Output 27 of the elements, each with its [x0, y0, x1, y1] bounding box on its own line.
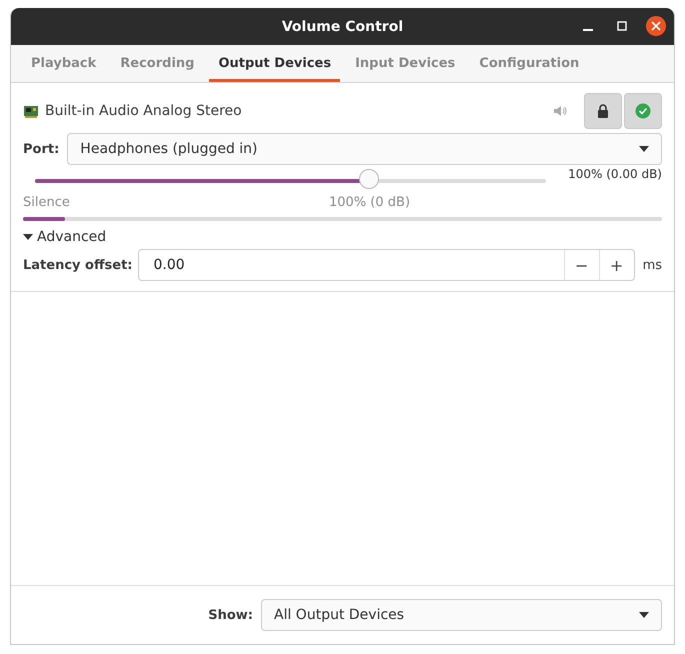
- tab[interactable]: Output Devices: [209, 45, 340, 82]
- maximize-icon: [617, 21, 627, 31]
- lock-icon: [597, 104, 609, 118]
- show-dropdown[interactable]: All Output Devices: [261, 599, 662, 631]
- checkmark-icon: [635, 103, 651, 119]
- show-label: Show:: [208, 608, 253, 622]
- dropdown-arrow-icon: [639, 612, 649, 618]
- window-title: Volume Control: [282, 18, 404, 34]
- unit-label: ms: [642, 258, 662, 272]
- increment-button[interactable]: +: [598, 250, 634, 280]
- advanced-expander[interactable]: Advanced: [23, 229, 106, 245]
- lock-button[interactable]: [584, 93, 622, 129]
- sound-card-icon: [23, 103, 39, 119]
- port-label: Port:: [23, 142, 60, 156]
- device-name: Built-in Audio Analog Stereo: [45, 103, 243, 119]
- latency-label: Latency offset:: [23, 258, 132, 272]
- close-icon: [651, 21, 661, 31]
- expander-arrow-icon: [23, 234, 33, 240]
- minimize-icon: [583, 29, 593, 31]
- scale-label: 100% (0 dB): [329, 195, 410, 210]
- decrement-button[interactable]: −: [564, 250, 599, 280]
- volume-reading: 100% (0.00 dB): [568, 167, 662, 181]
- scale-label: Silence: [23, 195, 70, 212]
- latency-spin-field[interactable]: 0.00 − +: [138, 249, 635, 281]
- dropdown-arrow-icon: [639, 146, 649, 152]
- close-button[interactable]: [646, 16, 666, 36]
- port-dropdown[interactable]: Headphones (plugged in): [67, 133, 662, 165]
